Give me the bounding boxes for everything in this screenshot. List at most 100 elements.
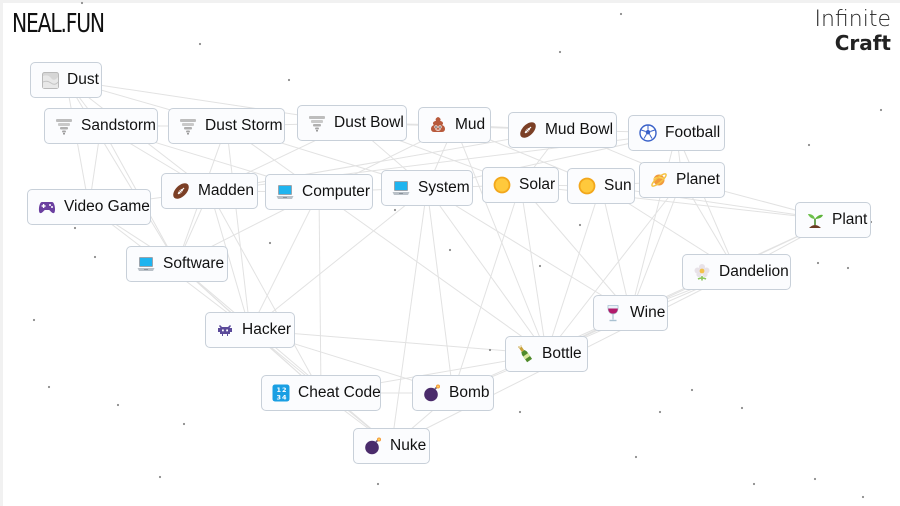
element-tile-dandelion[interactable]: Dandelion	[682, 254, 791, 290]
element-label: Bottle	[542, 345, 582, 363]
background-dot	[268, 241, 272, 245]
input-numbers-icon: 1234	[272, 384, 290, 402]
element-label: Nuke	[390, 437, 427, 455]
element-tile-software[interactable]: Software	[126, 246, 228, 282]
element-label: Madden	[198, 182, 255, 200]
svg-text:3: 3	[277, 394, 282, 402]
seedling-icon	[806, 211, 824, 229]
element-tile-dust-storm[interactable]: Dust Storm	[168, 108, 285, 144]
background-dot	[740, 406, 744, 410]
tornado-icon	[308, 114, 326, 132]
background-dot	[578, 223, 582, 227]
element-label: Football	[665, 124, 721, 142]
element-tile-mud[interactable]: Mud	[418, 107, 491, 143]
background-dot	[879, 108, 883, 112]
element-tile-dust-bowl[interactable]: Dust Bowl	[297, 105, 407, 141]
laptop-icon	[392, 179, 410, 197]
background-dot	[116, 403, 120, 407]
tornado-icon	[55, 117, 73, 135]
connection-line	[318, 191, 322, 394]
laptop-icon	[276, 183, 294, 201]
poop-icon	[429, 116, 447, 134]
element-tile-bottle[interactable]: Bottle	[505, 336, 588, 372]
logo-line-infinite: Infinite	[814, 7, 891, 32]
background-dot	[182, 422, 186, 426]
element-tile-wine[interactable]: Wine	[593, 295, 668, 331]
dust-cloud-icon	[41, 71, 59, 89]
background-dot	[448, 248, 452, 252]
element-tile-hacker[interactable]: Hacker	[205, 312, 295, 348]
background-dot	[80, 1, 84, 5]
game-controller-icon	[38, 198, 56, 216]
champagne-bottle-icon	[516, 345, 534, 363]
background-dot	[376, 482, 380, 486]
element-tile-planet[interactable]: Planet	[639, 162, 725, 198]
connection-line	[600, 185, 631, 314]
element-tile-nuke[interactable]: Nuke	[353, 428, 430, 464]
element-label: System	[418, 179, 470, 197]
element-label: Dust Storm	[205, 117, 283, 135]
element-tile-mud-bowl[interactable]: Mud Bowl	[508, 112, 617, 148]
laptop-icon	[137, 255, 155, 273]
element-tile-sandstorm[interactable]: Sandstorm	[44, 108, 158, 144]
element-tile-system[interactable]: System	[381, 170, 473, 206]
background-dot	[93, 255, 97, 259]
connection-line	[676, 132, 737, 273]
connection-line	[318, 191, 547, 355]
element-tile-video-game[interactable]: Video Game	[27, 189, 151, 225]
element-label: Mud Bowl	[545, 121, 614, 139]
element-label: Dust Bowl	[334, 114, 404, 132]
background-dot	[488, 348, 492, 352]
element-tile-sun[interactable]: Sun	[567, 168, 635, 204]
element-tile-bomb[interactable]: Bomb	[412, 375, 494, 411]
background-dot	[47, 385, 51, 389]
connection-line	[176, 263, 392, 447]
background-dot	[861, 495, 865, 499]
element-label: Planet	[676, 171, 720, 189]
element-tile-cheat-code[interactable]: 1 2 3 4 Cheat Code	[261, 375, 381, 411]
element-tile-plant[interactable]: Plant	[795, 202, 871, 238]
svg-text:4: 4	[282, 394, 287, 402]
bomb-icon	[364, 437, 382, 455]
bomb-icon	[423, 384, 441, 402]
infinite-craft-logo: Infinite Craft	[814, 7, 891, 55]
element-label: Mud	[455, 116, 486, 134]
element-label: Solar	[519, 176, 556, 194]
background-dot	[558, 50, 562, 54]
element-label: Computer	[302, 183, 371, 201]
wine-glass-icon	[604, 304, 622, 322]
sun-icon	[493, 176, 511, 194]
background-dot	[73, 226, 77, 230]
element-label: Dust	[67, 71, 99, 89]
element-label: Sun	[604, 177, 632, 195]
element-tile-computer[interactable]: Computer	[265, 174, 373, 210]
background-dot	[538, 264, 542, 268]
background-dot	[658, 410, 662, 414]
element-label: Dandelion	[719, 263, 789, 281]
background-dot	[816, 261, 820, 265]
american-football-icon	[519, 121, 537, 139]
tornado-icon	[179, 117, 197, 135]
connection-line	[630, 132, 677, 314]
background-dot	[518, 410, 522, 414]
element-label: Cheat Code	[298, 384, 381, 402]
element-tile-dust[interactable]: Dust	[30, 62, 102, 98]
element-tile-football[interactable]: Football	[628, 115, 725, 151]
neal-fun-logo[interactable]: NEAL.FUN	[12, 9, 105, 39]
background-dot	[752, 482, 756, 486]
background-dot	[619, 12, 623, 16]
blossom-icon	[693, 263, 711, 281]
ringed-planet-icon	[650, 171, 668, 189]
element-label: Bomb	[449, 384, 490, 402]
background-dot	[287, 78, 291, 82]
element-label: Sandstorm	[81, 117, 156, 135]
element-tile-madden[interactable]: Madden	[161, 173, 258, 209]
logo-line-craft: Craft	[834, 31, 891, 55]
background-dot	[807, 143, 811, 147]
background-dot	[813, 477, 817, 481]
alien-monster-icon	[216, 321, 234, 339]
element-tile-solar[interactable]: Solar	[482, 167, 559, 203]
background-dot	[846, 266, 850, 270]
element-label: Plant	[832, 211, 868, 229]
element-label: Software	[163, 255, 225, 273]
